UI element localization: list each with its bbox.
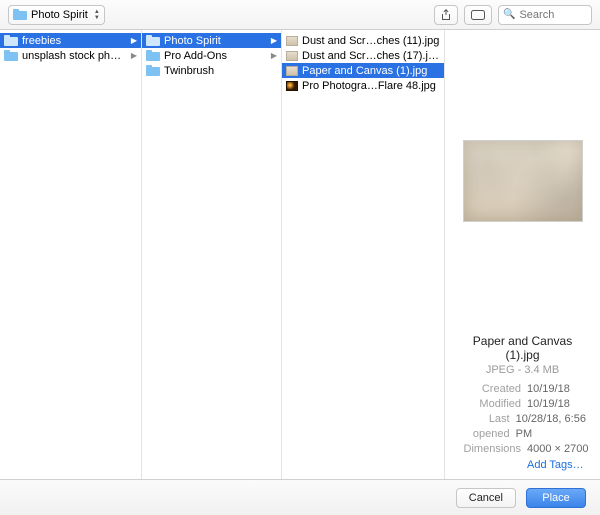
preview-image [463,140,583,222]
chevron-right-icon: ▶ [271,51,277,60]
folder-row[interactable]: Pro Add-Ons ▶ [142,48,281,63]
value-created: 10/19/18 [527,382,570,397]
preview-filename: Paper and Canvas(1).jpg [455,334,590,362]
preview-area [445,33,600,328]
toolbar: Photo Spirit ▲▼ 🔍 [0,0,600,30]
label-created: Created [455,382,521,397]
file-label: Dust and Scr…ches (11).jpg [302,35,440,47]
search-icon: 🔍 [503,9,515,20]
file-label: Paper and Canvas (1).jpg [302,65,440,77]
window-icon [471,10,485,20]
folder-icon [4,50,18,61]
file-label: Pro Photogra…Flare 48.jpg [302,80,440,92]
file-thumbnail-icon [286,66,298,76]
file-thumbnail-icon [286,81,298,91]
dialog-footer: Cancel Place [0,479,600,515]
folder-icon [146,50,160,61]
preview-column: Paper and Canvas(1).jpg JPEG - 3.4 MB Cr… [445,30,600,479]
label-modified: Modified [455,397,521,412]
file-row[interactable]: Dust and Scr…ches (17).jpg [282,48,444,63]
share-icon [441,9,451,21]
folder-label: Twinbrush [164,65,277,77]
popup-arrows-icon: ▲▼ [94,9,100,21]
preview-type-size: JPEG - 3.4 MB [455,364,590,376]
open-in-finder-button[interactable] [464,5,492,25]
folder-label: unsplash stock photo [22,50,125,62]
folder-label: Pro Add-Ons [164,50,265,62]
value-modified: 10/19/18 [527,397,570,412]
folder-label: freebies [22,35,125,47]
value-dimensions: 4000 × 2700 [527,442,588,457]
column-1: freebies ▶ unsplash stock photo ▶ [0,30,142,479]
place-button[interactable]: Place [526,488,586,508]
file-metadata: Paper and Canvas(1).jpg JPEG - 3.4 MB Cr… [445,328,600,479]
value-last-opened: 10/28/18, 6:56 PM [516,412,590,442]
cancel-button[interactable]: Cancel [456,488,516,508]
chevron-right-icon: ▶ [271,36,277,45]
folder-icon [4,35,18,46]
folder-icon [146,35,160,46]
share-button[interactable] [434,5,458,25]
file-thumbnail-icon [286,51,298,61]
file-label: Dust and Scr…ches (17).jpg [302,50,440,62]
search-field[interactable]: 🔍 [498,5,592,25]
add-tags-link[interactable]: Add Tags… [527,459,590,471]
file-row[interactable]: Dust and Scr…ches (11).jpg [282,33,444,48]
column-browser: freebies ▶ unsplash stock photo ▶ Photo … [0,30,600,479]
folder-row[interactable]: unsplash stock photo ▶ [0,48,141,63]
current-directory-label: Photo Spirit [31,9,88,21]
column-3: Dust and Scr…ches (11).jpg Dust and Scr…… [282,30,445,479]
file-open-dialog: Photo Spirit ▲▼ 🔍 freebies ▶ [0,0,600,515]
folder-row[interactable]: Photo Spirit ▶ [142,33,281,48]
label-dimensions: Dimensions [455,442,521,457]
file-row[interactable]: Paper and Canvas (1).jpg [282,63,444,78]
folder-icon [146,65,160,76]
chevron-right-icon: ▶ [131,51,137,60]
file-row[interactable]: Pro Photogra…Flare 48.jpg [282,78,444,93]
chevron-right-icon: ▶ [131,36,137,45]
folder-row[interactable]: freebies ▶ [0,33,141,48]
search-input[interactable] [519,9,587,21]
file-thumbnail-icon [286,36,298,46]
folder-label: Photo Spirit [164,35,265,47]
folder-row[interactable]: Twinbrush [142,63,281,78]
label-last-opened: Last opened [455,412,510,442]
path-popup[interactable]: Photo Spirit ▲▼ [8,5,105,25]
folder-icon [13,9,27,20]
column-2: Photo Spirit ▶ Pro Add-Ons ▶ Twinbrush [142,30,282,479]
